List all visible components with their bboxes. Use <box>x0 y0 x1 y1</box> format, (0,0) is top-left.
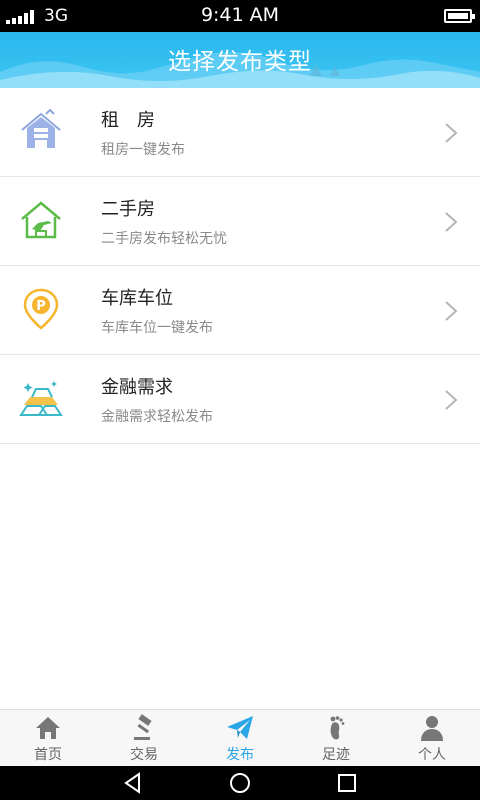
publish-type-list: 租 房 租房一键发布 二手房 二手房发布轻松无忧 P 车库车位 车库车位一键发布 <box>0 88 480 444</box>
svg-text:P: P <box>36 299 46 314</box>
tab-profile[interactable]: 个人 <box>384 710 480 766</box>
tab-label: 足迹 <box>322 747 350 763</box>
tab-label: 发布 <box>226 747 254 763</box>
gavel-icon <box>134 714 152 740</box>
tab-label: 交易 <box>130 747 158 763</box>
home-icon <box>36 717 60 739</box>
tab-trade[interactable]: 交易 <box>96 710 192 766</box>
second-hand-house-icon <box>21 201 61 239</box>
footprint-icon <box>330 716 345 740</box>
person-icon <box>421 716 443 741</box>
header-bar: 选择发布类型 <box>0 32 480 88</box>
clock: 9:41 AM <box>200 4 280 26</box>
back-icon[interactable] <box>122 772 144 794</box>
item-title: 租 房 <box>101 110 155 131</box>
status-bar: 3G 9:41 AM <box>0 0 480 32</box>
home-button-icon[interactable] <box>229 772 251 794</box>
item-subtitle: 金融需求轻松发布 <box>101 409 213 425</box>
chevron-right-icon <box>445 123 458 143</box>
tab-home[interactable]: 首页 <box>0 710 96 766</box>
chevron-right-icon <box>445 390 458 410</box>
list-item-finance[interactable]: 金融需求 金融需求轻松发布 <box>0 355 480 444</box>
bottom-nav: 首页 交易 发布 足迹 个人 <box>0 709 480 766</box>
item-subtitle: 租房一键发布 <box>101 142 185 158</box>
item-title: 金融需求 <box>101 377 173 398</box>
tab-label: 个人 <box>418 747 446 763</box>
item-subtitle: 车库车位一键发布 <box>101 320 213 336</box>
list-item-second-hand-house[interactable]: 二手房 二手房发布轻松无忧 <box>0 177 480 266</box>
tab-label: 首页 <box>34 747 62 763</box>
tab-footprint[interactable]: 足迹 <box>288 710 384 766</box>
paper-plane-icon <box>227 716 253 739</box>
item-title: 二手房 <box>101 199 155 220</box>
list-item-rent[interactable]: 租 房 租房一键发布 <box>0 88 480 177</box>
list-item-parking[interactable]: P 车库车位 车库车位一键发布 <box>0 266 480 355</box>
item-title: 车库车位 <box>101 288 173 309</box>
house-icon <box>21 108 61 148</box>
page-title: 选择发布类型 <box>168 49 312 75</box>
item-subtitle: 二手房发布轻松无忧 <box>101 231 227 247</box>
battery-icon <box>444 9 475 23</box>
recent-apps-icon[interactable] <box>336 772 358 794</box>
chevron-right-icon <box>445 301 458 321</box>
parking-pin-icon: P <box>23 288 59 330</box>
system-nav-bar <box>0 766 480 800</box>
tab-publish[interactable]: 发布 <box>192 710 288 766</box>
gold-bar-icon <box>19 381 63 416</box>
chevron-right-icon <box>445 212 458 232</box>
